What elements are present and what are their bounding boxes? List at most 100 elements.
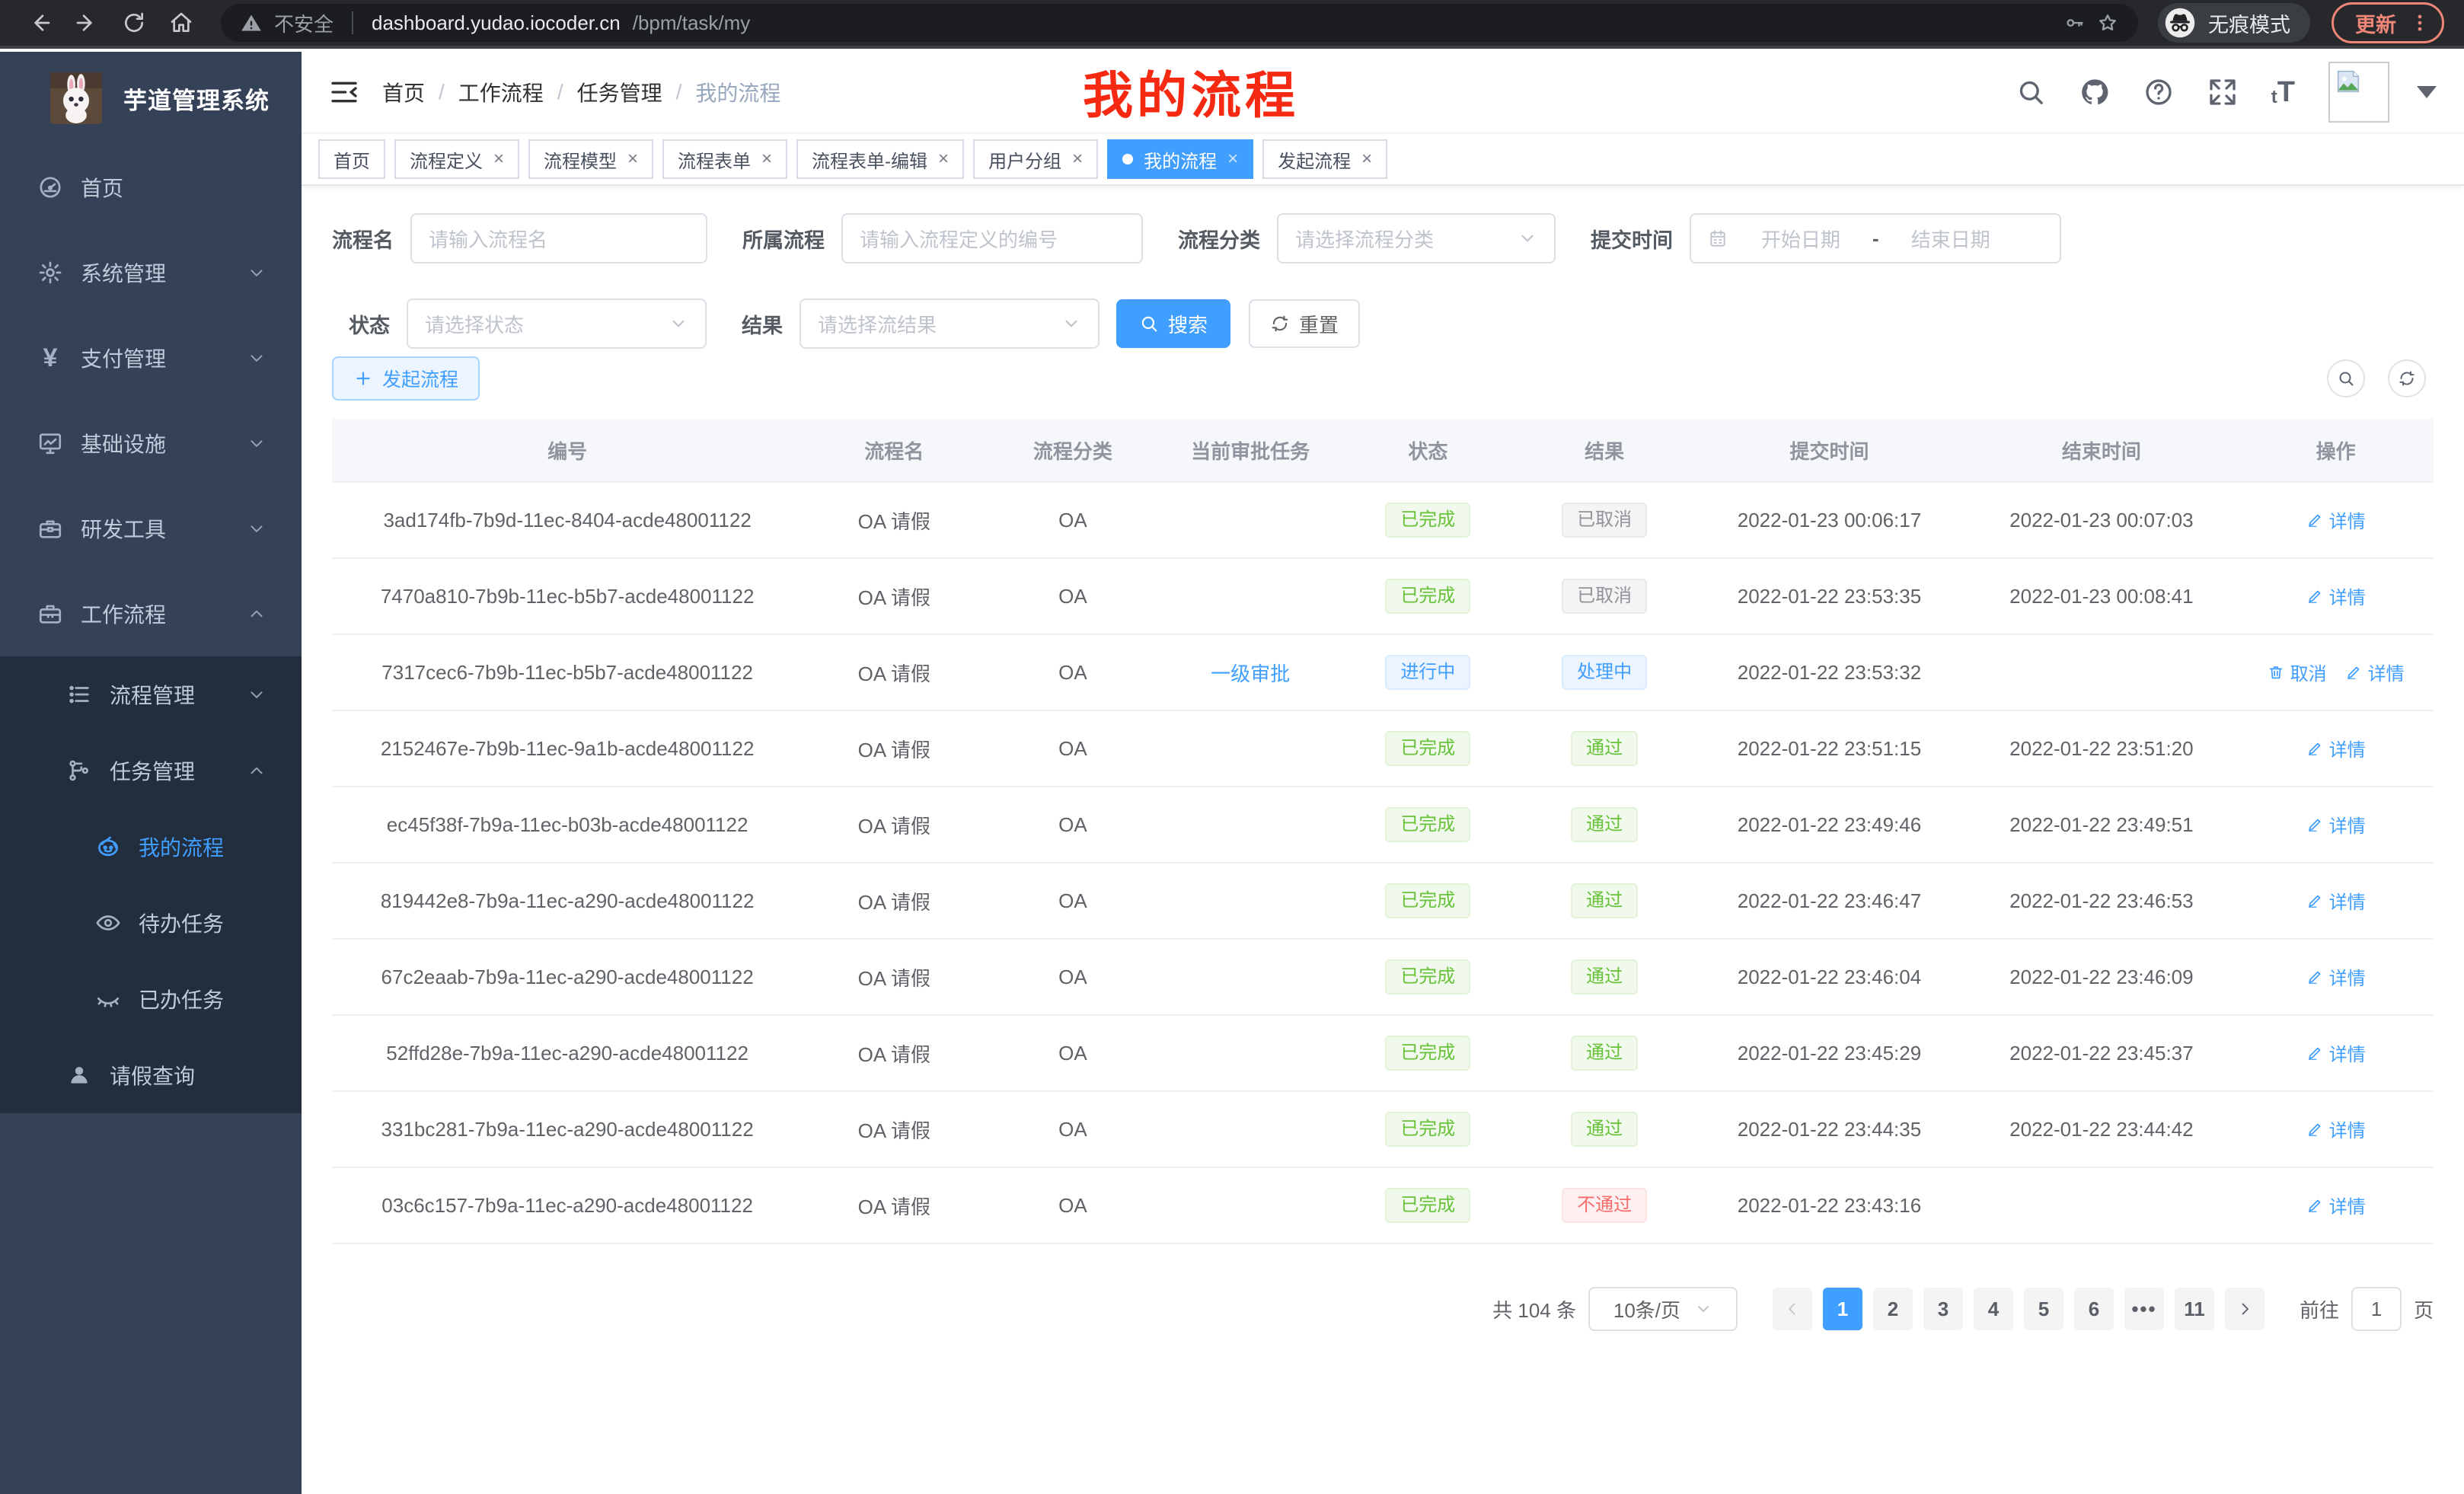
- breadcrumb-home[interactable]: 首页: [382, 77, 425, 107]
- sidebar-item-payment[interactable]: ¥ 支付管理: [0, 315, 302, 401]
- toggle-search-button[interactable]: [2327, 359, 2365, 397]
- close-icon[interactable]: ×: [1072, 150, 1083, 168]
- tab-process-definition[interactable]: 流程定义 ×: [394, 139, 519, 179]
- browser-forward-button[interactable]: [67, 3, 107, 43]
- browser-menu-dots-icon[interactable]: [2410, 13, 2430, 33]
- breadcrumb-workflow[interactable]: 工作流程: [458, 77, 544, 107]
- detail-button[interactable]: 详情: [2306, 583, 2366, 609]
- avatar[interactable]: [2328, 62, 2389, 123]
- page-button-3[interactable]: 3: [1923, 1288, 1963, 1330]
- cancel-button[interactable]: 取消: [2268, 659, 2327, 685]
- tab-process-form-edit[interactable]: 流程表单-编辑 ×: [796, 139, 964, 179]
- sidebar-item-leave-query[interactable]: 请假查询: [0, 1037, 302, 1113]
- page-size-select[interactable]: 10条/页: [1588, 1287, 1738, 1331]
- detail-button[interactable]: 详情: [2306, 811, 2366, 838]
- password-key-icon[interactable]: [2063, 12, 2085, 34]
- page-button-6[interactable]: 6: [2074, 1288, 2114, 1330]
- bookmark-star-icon[interactable]: [2097, 12, 2118, 34]
- browser-address-bar[interactable]: 不安全 dashboard.yudao.iocoder.cn/bpm/task/…: [221, 4, 2138, 42]
- goto-page-input[interactable]: 1: [2351, 1287, 2402, 1331]
- next-page-button[interactable]: [2225, 1288, 2265, 1330]
- detail-button[interactable]: 详情: [2306, 887, 2366, 914]
- breadcrumb-task-mgmt[interactable]: 任务管理: [577, 77, 662, 107]
- start-process-button[interactable]: 发起流程: [332, 356, 480, 401]
- detail-button[interactable]: 详情: [2306, 1192, 2366, 1218]
- cell-result: 通过: [1515, 787, 1694, 863]
- security-warning-icon[interactable]: [241, 12, 262, 34]
- sidebar-item-done-task[interactable]: 已办任务: [0, 961, 302, 1037]
- url-host[interactable]: dashboard.yudao.iocoder.cn: [372, 11, 621, 35]
- page-button-1[interactable]: 1: [1823, 1288, 1862, 1330]
- process-name-input[interactable]: 请输入流程名: [410, 213, 707, 263]
- sidebar-item-infrastructure[interactable]: 基础设施: [0, 401, 302, 486]
- hamburger-icon[interactable]: [329, 77, 359, 107]
- cell-submit-time: 2022-01-22 23:51:15: [1693, 710, 1964, 787]
- browser-back-button[interactable]: [20, 3, 59, 43]
- date-start-placeholder[interactable]: 开始日期: [1761, 225, 1840, 253]
- status-select[interactable]: 请选择状态: [407, 298, 707, 349]
- detail-button[interactable]: 详情: [2306, 506, 2366, 533]
- page-button-2[interactable]: 2: [1873, 1288, 1913, 1330]
- github-icon[interactable]: [2079, 77, 2110, 107]
- detail-button[interactable]: 详情: [2345, 659, 2405, 685]
- help-icon[interactable]: [2143, 77, 2174, 107]
- search-button[interactable]: 搜索: [1116, 299, 1230, 348]
- prev-page-button[interactable]: [1773, 1288, 1812, 1330]
- result-select[interactable]: 请选择流结果: [800, 298, 1100, 349]
- close-icon[interactable]: ×: [938, 150, 949, 168]
- fullscreen-icon[interactable]: [2207, 77, 2238, 107]
- update-label[interactable]: 更新: [2355, 8, 2396, 38]
- sidebar-item-system[interactable]: 系统管理: [0, 230, 302, 315]
- category-select[interactable]: 请选择流程分类: [1277, 213, 1556, 263]
- chevron-down-icon: [1518, 228, 1537, 248]
- search-icon[interactable]: [2016, 77, 2046, 107]
- cell-id: 7317cec6-7b9b-11ec-b5b7-acde48001122: [332, 634, 803, 710]
- font-size-icon[interactable]: tT: [2271, 78, 2295, 107]
- close-icon[interactable]: ×: [493, 150, 504, 168]
- sidebar-item-home[interactable]: 首页: [0, 145, 302, 230]
- close-icon[interactable]: ×: [1227, 150, 1238, 168]
- toolbox-icon: [37, 515, 64, 542]
- browser-update-button[interactable]: 更新: [2332, 2, 2444, 43]
- cell-submit-time: 2022-01-22 23:46:04: [1693, 939, 1964, 1015]
- page-button-5[interactable]: 5: [2024, 1288, 2063, 1330]
- detail-button[interactable]: 详情: [2306, 1116, 2366, 1142]
- avatar-dropdown-caret-icon[interactable]: [2417, 86, 2437, 98]
- page-button-11[interactable]: 11: [2175, 1288, 2214, 1330]
- tab-start-process[interactable]: 发起流程 ×: [1262, 139, 1387, 179]
- date-range-picker[interactable]: 开始日期 - 结束日期: [1690, 213, 2061, 263]
- sidebar-item-todo-task[interactable]: 待办任务: [0, 885, 302, 961]
- task-link[interactable]: 一级审批: [1211, 662, 1290, 685]
- sidebar-item-task-mgmt[interactable]: 任务管理: [0, 733, 302, 809]
- detail-button[interactable]: 详情: [2306, 1039, 2366, 1066]
- sidebar-item-workflow[interactable]: 工作流程: [0, 571, 302, 656]
- close-icon[interactable]: ×: [1361, 150, 1372, 168]
- process-def-input[interactable]: 请输入流程定义的编号: [841, 213, 1143, 263]
- browser-reload-button[interactable]: [114, 3, 154, 43]
- cell-submit-time: 2022-01-23 00:06:17: [1693, 482, 1964, 558]
- app-logo[interactable]: 芋道管理系统: [0, 52, 302, 145]
- status-badge: 已完成: [1385, 731, 1470, 766]
- detail-button[interactable]: 详情: [2306, 963, 2366, 990]
- sidebar-item-process-mgmt[interactable]: 流程管理: [0, 656, 302, 733]
- chevron-down-icon: [247, 433, 267, 453]
- date-end-placeholder[interactable]: 结束日期: [1911, 225, 1990, 253]
- browser-home-button[interactable]: [161, 3, 201, 43]
- security-label[interactable]: 不安全: [274, 9, 334, 37]
- tab-process-form[interactable]: 流程表单 ×: [662, 139, 787, 179]
- detail-button[interactable]: 详情: [2306, 735, 2366, 761]
- tab-user-group[interactable]: 用户分组 ×: [973, 139, 1098, 179]
- url-path[interactable]: /bpm/task/my: [633, 11, 751, 35]
- sidebar-item-my-process[interactable]: 我的流程: [0, 809, 302, 885]
- page-button-4[interactable]: 4: [1974, 1288, 2013, 1330]
- tab-my-process[interactable]: 我的流程 ×: [1107, 139, 1253, 179]
- refresh-button[interactable]: [2388, 359, 2426, 397]
- reset-button[interactable]: 重置: [1249, 299, 1360, 348]
- tab-home[interactable]: 首页: [318, 139, 385, 179]
- close-icon[interactable]: ×: [761, 150, 772, 168]
- sidebar-item-devtools[interactable]: 研发工具: [0, 486, 302, 571]
- tab-process-model[interactable]: 流程模型 ×: [528, 139, 653, 179]
- ellipsis-button[interactable]: •••: [2124, 1288, 2164, 1330]
- process-name-label: 流程名: [332, 224, 394, 254]
- close-icon[interactable]: ×: [627, 150, 638, 168]
